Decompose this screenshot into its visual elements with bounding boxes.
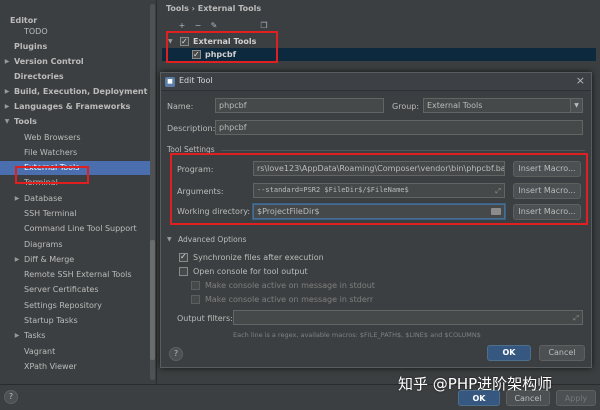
chevron-right-icon[interactable]: ▶ xyxy=(3,85,11,99)
console-stdout-check[interactable] xyxy=(191,281,200,290)
console-stdout-checkbox[interactable]: Make console active on message in stdout xyxy=(191,280,441,292)
sidebar-item-label: Startup Tasks xyxy=(24,316,78,325)
open-console-label: Open console for tool output xyxy=(193,267,308,276)
sidebar-highlight-box xyxy=(15,166,89,184)
sidebar-item-label: Plugins xyxy=(14,42,48,51)
advanced-options-arrow[interactable]: ▼ xyxy=(167,236,172,243)
sidebar-item-label: TODO xyxy=(24,27,48,36)
sidebar-item-label: Version Control xyxy=(14,57,84,66)
sidebar-item-label: Remote SSH External Tools xyxy=(24,270,132,279)
breadcrumb: Tools › External Tools xyxy=(166,4,262,13)
sidebar-item[interactable]: Vagrant xyxy=(0,345,150,359)
tool-settings-separator xyxy=(221,150,585,151)
sidebar-item-label: Directories xyxy=(14,72,64,81)
sidebar-item[interactable]: Diagrams xyxy=(0,238,150,252)
sidebar-item-label: Server Certificates xyxy=(24,285,99,294)
description-label: Description: xyxy=(167,124,216,133)
dialog-title-bar: ■ Edit Tool × xyxy=(161,73,591,91)
sidebar-item[interactable]: ▼ Tools xyxy=(0,115,150,129)
sidebar-item[interactable]: Command Line Tool Support xyxy=(0,222,150,236)
output-filters-field[interactable]: ⤢ xyxy=(233,310,583,325)
sidebar-item[interactable]: Server Certificates xyxy=(0,283,150,297)
sidebar-item-label: Diff & Merge xyxy=(24,255,75,264)
dialog-help-button[interactable]: ? xyxy=(169,347,183,361)
chevron-right-icon[interactable]: ▶ xyxy=(3,55,11,69)
group-combobox[interactable]: External Tools ▼ xyxy=(423,98,583,113)
console-stderr-check[interactable] xyxy=(191,295,200,304)
sidebar-item[interactable]: XPath Viewer xyxy=(0,360,150,374)
name-field[interactable]: phpcbf xyxy=(215,98,384,113)
sidebar-item[interactable]: Web Browsers xyxy=(0,131,150,145)
open-console-checkbox[interactable]: Open console for tool output xyxy=(179,266,429,278)
chevron-right-icon[interactable]: ▶ xyxy=(13,192,21,206)
help-button[interactable]: ? xyxy=(4,390,18,404)
settings-sidebar: Editor TODO Plugins ▶ Version Control Directo… xyxy=(0,0,157,384)
console-stderr-label: Make console active on message in stderr xyxy=(205,295,374,304)
sidebar-item-label: Languages & Frameworks xyxy=(14,102,131,111)
sidebar-item[interactable]: Plugins xyxy=(0,40,150,54)
sidebar-item-label: Settings Repository xyxy=(24,301,102,310)
close-icon[interactable]: × xyxy=(576,74,585,87)
sidebar-item[interactable]: Remote SSH External Tools xyxy=(0,268,150,282)
sidebar-item[interactable]: ▶ Database xyxy=(0,192,150,206)
chevron-right-icon[interactable]: ▶ xyxy=(3,100,11,114)
chevron-down-icon[interactable]: ▼ xyxy=(570,99,582,112)
output-filters-hint: Each line is a regex, available macros: … xyxy=(233,331,481,339)
sidebar-item[interactable]: ▶ Version Control xyxy=(0,55,150,69)
sidebar-item[interactable]: ▶ Languages & Frameworks xyxy=(0,100,150,114)
sidebar-item-label: SSH Terminal xyxy=(24,209,77,218)
sidebar-item[interactable]: Directories xyxy=(0,70,150,84)
sidebar-item[interactable]: Startup Tasks xyxy=(0,314,150,328)
app-icon: ■ xyxy=(165,77,175,87)
dialog-ok-button[interactable]: OK xyxy=(487,345,531,361)
group-label: Group: xyxy=(392,102,420,111)
open-console-check[interactable] xyxy=(179,267,188,276)
description-field[interactable]: phpcbf xyxy=(215,120,583,135)
chevron-down-icon[interactable]: ▼ xyxy=(3,115,11,129)
sidebar-item-label: Web Browsers xyxy=(24,133,81,142)
chevron-right-icon[interactable]: ▶ xyxy=(13,329,21,343)
sync-files-checkbox[interactable]: Synchronize files after execution xyxy=(179,251,429,264)
sidebar-item-label: Diagrams xyxy=(24,240,63,249)
sidebar-item[interactable]: Settings Repository xyxy=(0,299,150,313)
sidebar-item-label: Tasks xyxy=(24,331,46,340)
sidebar-item-label: Tools xyxy=(14,117,37,126)
sync-files-label: Synchronize files after execution xyxy=(193,253,324,262)
sidebar-item[interactable]: File Watchers xyxy=(0,146,150,160)
sidebar-scrollbar-thumb[interactable] xyxy=(150,240,155,360)
sidebar-item[interactable]: SSH Terminal xyxy=(0,207,150,221)
name-label: Name: xyxy=(167,102,194,111)
chevron-right-icon[interactable]: ▶ xyxy=(13,253,21,267)
sidebar-item[interactable]: ▶ Tasks xyxy=(0,329,150,343)
sidebar-item[interactable]: TODO xyxy=(0,25,150,39)
sidebar-item-label: Build, Execution, Deployment xyxy=(14,87,148,96)
sidebar-item-label: Command Line Tool Support xyxy=(24,224,137,233)
advanced-options-label[interactable]: Advanced Options xyxy=(178,235,246,244)
expand-icon[interactable]: ⤢ xyxy=(573,312,579,324)
dialog-title: Edit Tool xyxy=(179,76,213,85)
sidebar-item-label: XPath Viewer xyxy=(24,362,77,371)
sidebar-item[interactable]: ▶ Diff & Merge xyxy=(0,253,150,267)
sidebar-item[interactable]: ▶ Build, Execution, Deployment xyxy=(0,85,150,99)
output-filters-label: Output filters: xyxy=(177,314,233,323)
tool-settings-highlight-box xyxy=(170,153,588,225)
console-stdout-label: Make console active on message in stdout xyxy=(205,281,375,290)
sidebar-item-label: File Watchers xyxy=(24,148,78,157)
console-stderr-checkbox[interactable]: Make console active on message in stderr xyxy=(191,294,441,306)
tree-highlight-box xyxy=(166,31,278,63)
sync-files-check[interactable] xyxy=(179,251,188,262)
sidebar-item-label: Database xyxy=(24,194,63,203)
sidebar-item-label: Vagrant xyxy=(24,347,56,356)
settings-apply-button[interactable]: Apply xyxy=(556,390,596,406)
dialog-cancel-button[interactable]: Cancel xyxy=(539,345,585,361)
group-combobox-value: External Tools xyxy=(427,101,483,110)
watermark-text: 知乎 @PHP进阶架构师 xyxy=(398,375,553,393)
